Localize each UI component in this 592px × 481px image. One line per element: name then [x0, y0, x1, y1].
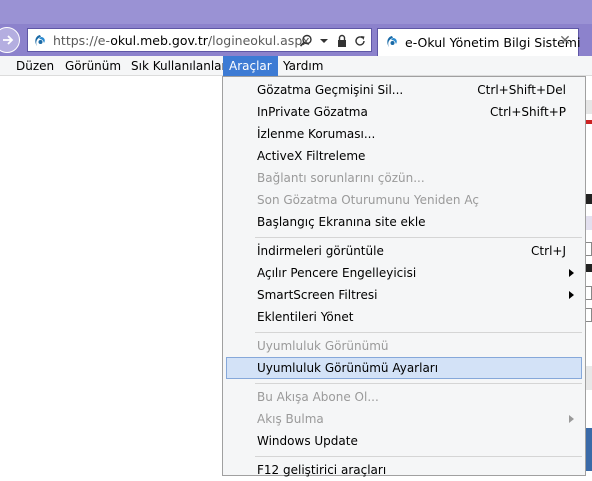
menu-item-shortcut: Ctrl+Shift+P [490, 105, 566, 119]
refresh-icon[interactable] [353, 34, 367, 48]
menu-item-label: Gözatma Geçmişini Sil... [257, 83, 404, 97]
menu-separator [255, 383, 582, 384]
menu-item-fix-connection[interactable]: Bağlantı sorunlarını çözün... [226, 167, 582, 189]
menu-separator [255, 456, 582, 457]
address-tools [299, 32, 367, 50]
menu-item-label: Uyumluluk Görünümü [257, 339, 389, 353]
menu-item-label: Bağlantı sorunlarını çözün... [257, 171, 425, 185]
menu-gorunum[interactable]: Görünüm [59, 56, 127, 76]
menu-item-f12-devtools[interactable]: F12 geliştirici araçları [226, 459, 582, 481]
menu-araclar[interactable]: Araçlar [223, 56, 278, 76]
page-edge-input [585, 308, 592, 322]
menu-item-label: F12 geliştirici araçları [257, 463, 387, 477]
url-path: /logineokul.aspx [207, 33, 310, 48]
site-favicon-icon [387, 36, 397, 47]
tab-title: e-Okul Yönetim Bilgi Sistemi [405, 35, 581, 50]
menu-item-smartscreen[interactable]: SmartScreen Filtresi [226, 284, 582, 306]
menu-sik-kullanilanlar[interactable]: Sık Kullanılanlar [125, 56, 232, 76]
menu-item-compatibility-view[interactable]: Uyumluluk Görünümü [226, 335, 582, 357]
menu-item-feed-discovery[interactable]: Akış Bulma [226, 408, 582, 430]
menu-item-view-downloads[interactable]: İndirmeleri görüntüle Ctrl+J [226, 240, 582, 262]
menu-item-label: Uyumluluk Görünümü Ayarları [257, 361, 439, 375]
submenu-arrow-icon [569, 415, 574, 423]
menu-item-tracking-protection[interactable]: İzlenme Koruması... [226, 123, 582, 145]
menu-item-label: İndirmeleri görüntüle [257, 244, 384, 258]
page-edge-text [585, 264, 592, 272]
close-icon[interactable]: ✕ [558, 34, 572, 48]
menu-item-compatibility-settings[interactable]: Uyumluluk Görünümü Ayarları [226, 357, 582, 379]
page-edge-text [585, 194, 592, 204]
page-edge-block [585, 100, 592, 114]
menu-item-label: Windows Update [257, 434, 358, 448]
menu-separator [255, 237, 582, 238]
url-prefix: https://e- [53, 33, 111, 48]
page-edge-block [585, 216, 592, 230]
url-domain: okul.meb.gov.tr [110, 33, 208, 48]
menu-item-label: Başlangıç Ekranına site ekle [257, 215, 426, 229]
dropdown-arrow-icon[interactable] [317, 34, 331, 48]
menu-item-label: ActiveX Filtreleme [257, 149, 366, 163]
menu-item-reopen-session[interactable]: Son Gözatma Oturumunu Yeniden Aç [226, 189, 582, 211]
menu-item-shortcut: Ctrl+Shift+Del [477, 83, 566, 97]
search-icon[interactable] [299, 34, 313, 48]
menu-item-delete-history[interactable]: Gözatma Geçmişini Sil... Ctrl+Shift+Del [226, 79, 582, 101]
menu-separator [255, 332, 582, 333]
menu-item-add-to-start[interactable]: Başlangıç Ekranına site ekle [226, 211, 582, 233]
page-content-edge [585, 76, 592, 471]
menu-item-label: Eklentileri Yönet [257, 310, 354, 324]
menu-item-manage-addons[interactable]: Eklentileri Yönet [226, 306, 582, 328]
menu-bar: Düzen Görünüm Sık Kullanılanlar Araçlar … [0, 56, 592, 76]
menu-item-subscribe-feed[interactable]: Bu Akışa Abone Ol... [226, 386, 582, 408]
menu-duzen[interactable]: Düzen [10, 56, 60, 76]
menu-item-label: Son Gözatma Oturumunu Yeniden Aç [257, 193, 479, 207]
menu-item-label: İzlenme Koruması... [257, 127, 376, 141]
page-edge-input [585, 242, 592, 256]
site-favicon-icon [35, 35, 45, 46]
url-text[interactable]: https://e-okul.meb.gov.tr/logineokul.asp… [53, 33, 310, 48]
menu-item-shortcut: Ctrl+J [531, 244, 566, 258]
menu-item-windows-update[interactable]: Windows Update [226, 430, 582, 452]
submenu-arrow-icon [569, 291, 574, 299]
lock-icon[interactable] [335, 34, 349, 48]
menu-item-label: SmartScreen Filtresi [257, 288, 378, 302]
menu-item-label: Akış Bulma [257, 412, 324, 426]
forward-arrow-icon [3, 35, 14, 45]
menu-item-inprivate[interactable]: InPrivate Gözatma Ctrl+Shift+P [226, 101, 582, 123]
page-edge-block [585, 428, 592, 471]
browser-tab[interactable]: e-Okul Yönetim Bilgi Sistemi ✕ [377, 28, 581, 56]
menu-item-activex-filtering[interactable]: ActiveX Filtreleme [226, 145, 582, 167]
page-edge-accent [585, 120, 592, 124]
menu-item-popup-blocker[interactable]: Açılır Pencere Engelleyicisi [226, 262, 582, 284]
address-bar[interactable]: https://e-okul.meb.gov.tr/logineokul.asp… [27, 28, 372, 52]
tools-menu: Gözatma Geçmişini Sil... Ctrl+Shift+Del … [222, 76, 586, 477]
page-edge-input [585, 286, 592, 300]
title-bar [0, 0, 592, 24]
menu-item-label: Bu Akışa Abone Ol... [257, 390, 379, 404]
submenu-arrow-icon [569, 269, 574, 277]
menu-yardim[interactable]: Yardım [277, 56, 329, 76]
page-content [0, 76, 222, 471]
page-edge-block [585, 366, 592, 390]
menu-item-label: InPrivate Gözatma [257, 105, 368, 119]
menu-item-label: Açılır Pencere Engelleyicisi [257, 266, 417, 280]
